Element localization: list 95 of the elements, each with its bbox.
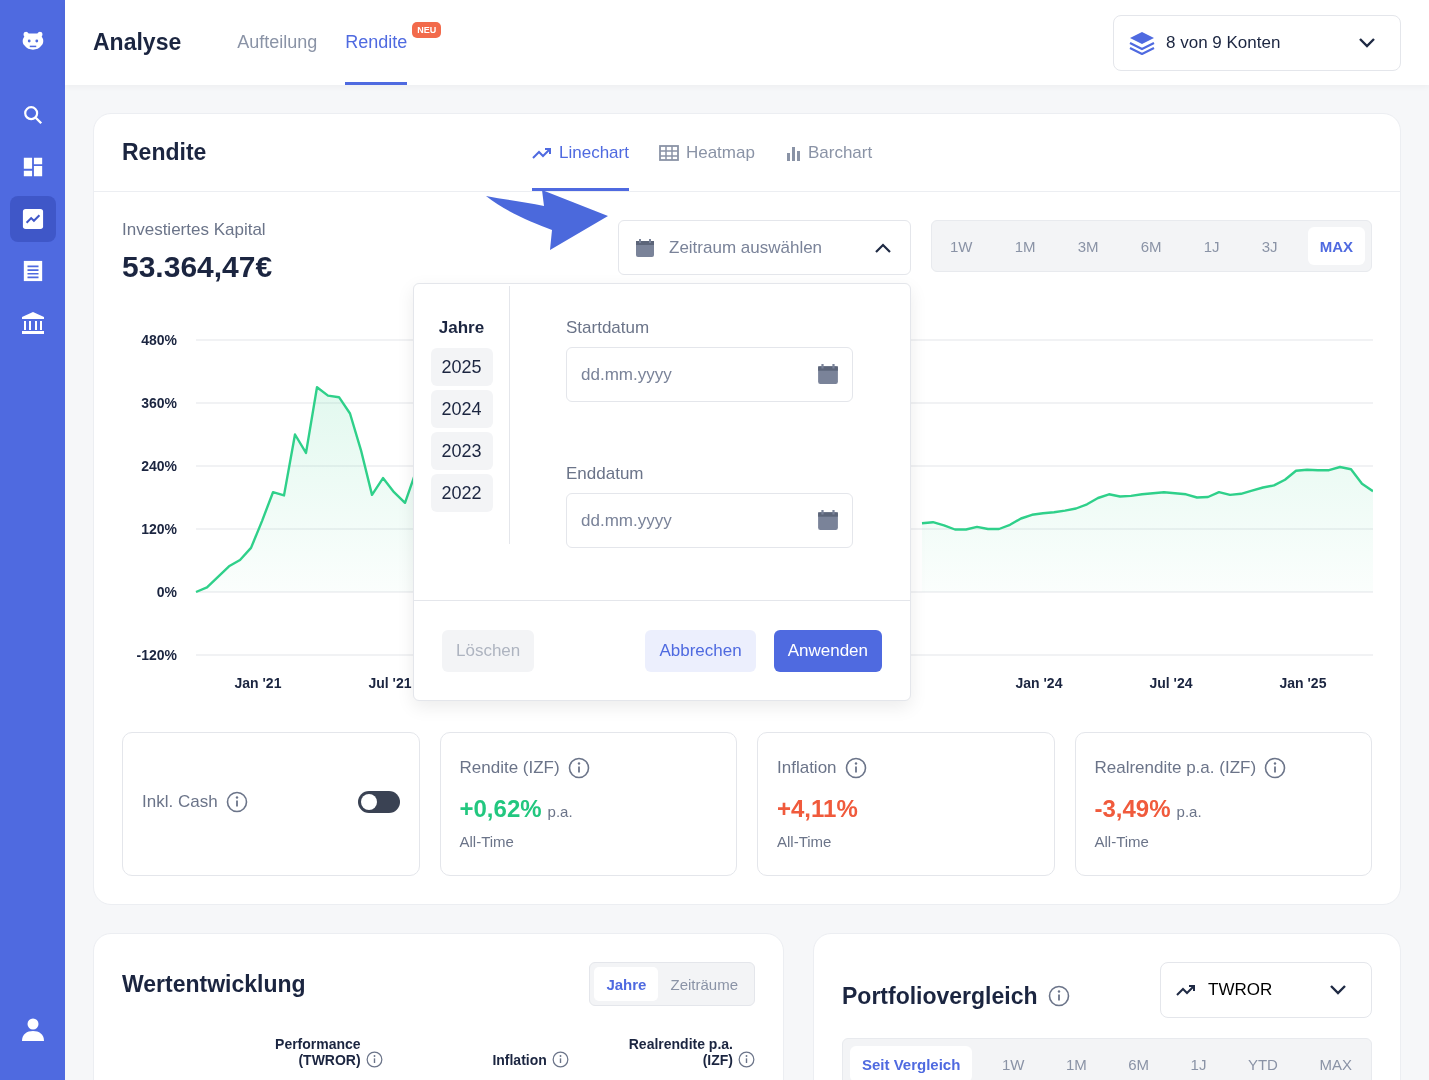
year-option[interactable]: 2024 — [430, 390, 493, 428]
info-icon — [225, 791, 248, 813]
x-axis-label: Jan '25 — [1279, 675, 1327, 691]
y-axis-label: 480% — [141, 332, 177, 348]
info-icon — [551, 1051, 569, 1069]
sidebar-item[interactable] — [9, 196, 56, 242]
trend-icon — [532, 145, 552, 160]
grid-icon — [658, 144, 679, 161]
new-badge: NEU — [412, 22, 442, 38]
search-icon — [21, 104, 44, 126]
y-axis-label: 120% — [141, 521, 177, 537]
range-tab[interactable]: 3J — [1249, 227, 1290, 265]
view-tab[interactable]: Barchart — [784, 114, 873, 191]
year-option[interactable]: 2022 — [430, 474, 493, 512]
segment-tab[interactable]: Jahre — [594, 967, 659, 1001]
stat-unit: p.a. — [547, 803, 573, 820]
y-axis-label: 240% — [141, 458, 177, 474]
stat-title: Rendite (IZF) — [459, 758, 560, 778]
page-title: Analyse — [93, 29, 182, 56]
capital-value: 53.364,47€ — [122, 250, 274, 284]
info-icon — [844, 757, 867, 779]
list-icon — [21, 260, 44, 282]
range-tab[interactable]: 1W — [938, 227, 985, 265]
range-tab[interactable]: MAX — [1307, 1046, 1364, 1080]
x-axis-label: Jul '24 — [1149, 675, 1193, 691]
view-tab[interactable]: Heatmap — [658, 114, 755, 191]
bar-chart-icon — [784, 144, 801, 161]
toggle-switch[interactable] — [357, 791, 400, 813]
stat-title: Inflation — [777, 758, 837, 778]
user-icon — [20, 1017, 45, 1041]
info-icon — [365, 1051, 383, 1069]
card-title: Rendite — [122, 139, 207, 166]
line-chart-icon — [21, 208, 44, 230]
year-option[interactable]: 2023 — [430, 432, 493, 470]
x-axis-label: Jul '21 — [368, 675, 412, 691]
info-icon — [1264, 757, 1287, 779]
start-date-label: Startdatum — [566, 318, 651, 338]
stat-note: All-Time — [459, 833, 515, 850]
stat-title: Inkl. Cash — [142, 792, 218, 812]
calendar-icon — [817, 363, 839, 385]
column-header: Performance (TWROR) — [274, 1036, 361, 1069]
dashboard-icon — [21, 156, 44, 178]
date-range-dropdown[interactable]: Zeitraum auswählen — [618, 220, 911, 275]
stat-value: +4,11% — [777, 795, 858, 823]
chevron-down-icon — [1329, 984, 1347, 996]
stat-value: +0,62% — [459, 795, 542, 823]
range-tab[interactable]: Seit Vergleich — [850, 1046, 973, 1080]
trend-icon — [1176, 983, 1196, 997]
range-tab[interactable]: 3M — [1065, 227, 1111, 265]
calendar-icon — [817, 509, 839, 531]
range-tab[interactable]: MAX — [1307, 227, 1365, 265]
end-date-field[interactable]: dd.mm.yyyy — [566, 493, 853, 548]
range-tab[interactable]: YTD — [1235, 1046, 1290, 1080]
x-axis-label: Jan '24 — [1015, 675, 1063, 691]
range-tab[interactable]: 1M — [1053, 1046, 1099, 1080]
range-tab[interactable]: 6M — [1128, 227, 1174, 265]
range-tab[interactable]: 1M — [1002, 227, 1048, 265]
metric-dropdown[interactable]: TWROR — [1160, 962, 1372, 1018]
stat-note: All-Time — [1094, 833, 1150, 850]
y-axis-label: 0% — [156, 584, 177, 600]
range-tab[interactable]: 1J — [1178, 1046, 1219, 1080]
info-icon — [1047, 985, 1070, 1007]
year-option[interactable]: 2025 — [430, 348, 493, 386]
start-date-field[interactable]: dd.mm.yyyy — [566, 347, 853, 402]
account-selector[interactable]: 8 von 9 Konten — [1113, 14, 1401, 71]
stat-value: -3,49% — [1094, 795, 1171, 823]
card-title: Wertentwicklung — [122, 970, 306, 998]
y-axis-label: -120% — [136, 647, 177, 663]
years-title: Jahre — [438, 318, 485, 338]
bank-icon — [20, 311, 45, 335]
y-axis-label: 360% — [141, 395, 177, 411]
chevron-down-icon — [1358, 36, 1376, 49]
segment-tab[interactable]: Zeiträume — [658, 967, 750, 1001]
stat-unit: p.a. — [1176, 803, 1202, 820]
column-header: Inflation — [492, 1052, 547, 1069]
view-tab[interactable]: Linechart — [532, 114, 629, 191]
x-axis-label: Jan '21 — [234, 675, 282, 691]
column-header: Realrendite p.a.(IZF) — [627, 1036, 733, 1069]
nav-tab[interactable]: Aufteilung — [237, 0, 318, 85]
stat-note: All-Time — [777, 833, 833, 850]
info-icon — [567, 757, 590, 779]
chevron-up-icon — [874, 241, 892, 254]
nav-tab[interactable]: Rendite — [345, 0, 408, 85]
end-date-label: Enddatum — [566, 464, 645, 484]
apply-button[interactable]: Anwenden — [773, 629, 882, 672]
layers-icon — [1129, 30, 1155, 55]
range-tab[interactable]: 1W — [989, 1046, 1037, 1080]
cancel-button[interactable]: Abbrechen — [645, 629, 756, 672]
range-tab[interactable]: 1J — [1191, 227, 1232, 265]
capital-label: Investiertes Kapital — [122, 220, 267, 240]
calendar-icon — [635, 237, 655, 258]
card-title: Portfoliovergleich — [842, 982, 1038, 1010]
range-tab[interactable]: 6M — [1116, 1046, 1162, 1080]
stat-title: Realrendite p.a. (IZF) — [1094, 758, 1257, 778]
info-icon — [738, 1051, 755, 1069]
